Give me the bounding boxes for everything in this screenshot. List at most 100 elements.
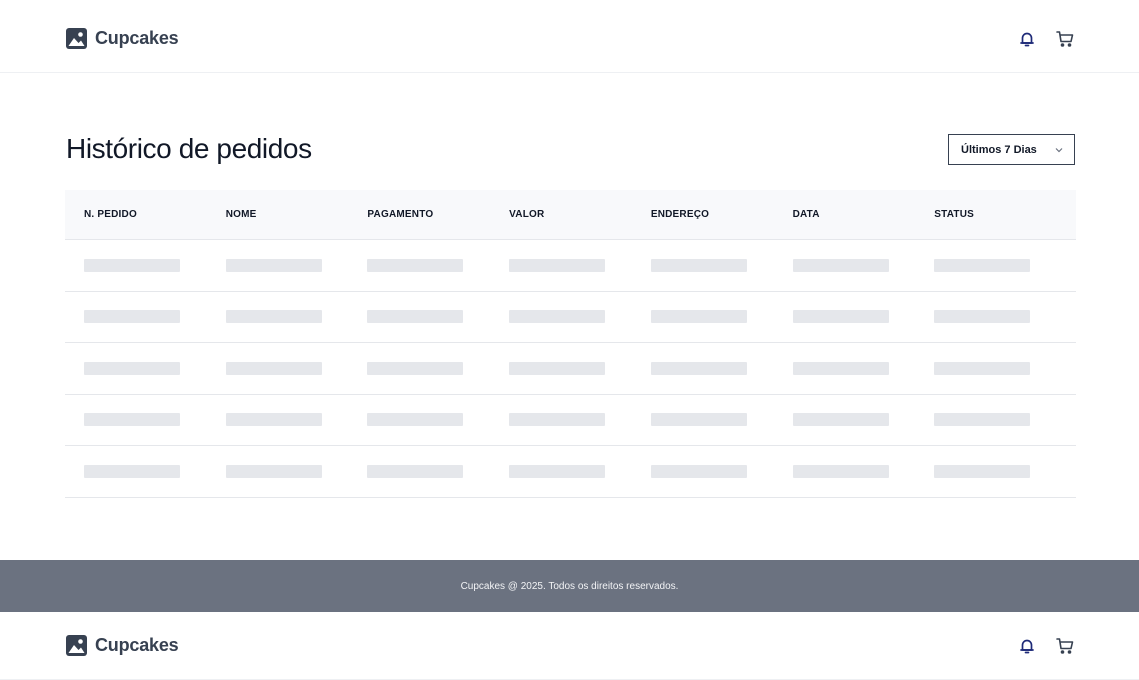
skeleton-placeholder — [509, 413, 606, 427]
skeleton-placeholder — [650, 258, 747, 272]
table-cell — [225, 310, 368, 324]
footer-copyright: Cupcakes @ 2025. Todos os direitos reser… — [460, 580, 679, 592]
table-cell — [934, 310, 1076, 324]
table-cell — [650, 310, 793, 324]
table-cell — [934, 258, 1076, 272]
skeleton-placeholder — [84, 258, 180, 272]
skeleton-placeholder — [84, 413, 180, 427]
orders-table: N. PEDIDO NOME PAGAMENTO VALOR ENDEREÇO … — [65, 190, 1076, 498]
table-cell — [225, 464, 368, 478]
table-row — [65, 343, 1076, 395]
table-cell — [792, 310, 935, 324]
table-cell — [934, 361, 1076, 375]
table-cell — [509, 413, 651, 427]
table-cell — [367, 258, 509, 272]
table-cell — [225, 413, 368, 427]
table-cell — [509, 464, 651, 478]
table-cell — [84, 464, 226, 478]
table-header-row: N. PEDIDO NOME PAGAMENTO VALOR ENDEREÇO … — [65, 190, 1076, 240]
image-logo-icon — [66, 635, 87, 656]
skeleton-placeholder — [934, 413, 1031, 427]
table-cell — [650, 464, 793, 478]
skeleton-placeholder — [367, 413, 464, 427]
skeleton-placeholder — [792, 258, 889, 272]
table-cell — [792, 258, 935, 272]
table-row — [65, 240, 1076, 292]
table-cell — [84, 310, 226, 324]
skeleton-placeholder — [934, 258, 1031, 272]
chevron-down-icon — [1055, 147, 1063, 152]
skeleton-placeholder — [934, 464, 1031, 478]
table-cell — [509, 310, 651, 324]
skeleton-placeholder — [225, 310, 322, 324]
skeleton-placeholder — [367, 310, 464, 324]
skeleton-placeholder — [650, 464, 747, 478]
table-row — [65, 292, 1076, 343]
skeleton-placeholder — [84, 361, 180, 375]
table-cell — [509, 258, 651, 272]
page-title: Histórico de pedidos — [66, 133, 312, 164]
table-cell — [934, 464, 1076, 478]
skeleton-placeholder — [934, 310, 1031, 324]
period-filter-value: Últimos 7 Dias — [961, 143, 1037, 156]
table-cell — [792, 464, 935, 478]
table-cell — [367, 413, 509, 427]
skeleton-placeholder — [509, 258, 606, 272]
period-filter-select[interactable]: Últimos 7 Dias — [948, 134, 1075, 165]
skeleton-placeholder — [509, 464, 606, 478]
skeleton-placeholder — [367, 361, 464, 375]
skeleton-placeholder — [934, 361, 1031, 375]
table-cell — [367, 361, 509, 375]
table-cell — [650, 361, 793, 375]
footer-bar: Cupcakes @ 2025. Todos os direitos reser… — [0, 560, 1139, 612]
cart-icon[interactable] — [1055, 636, 1075, 656]
brand-logo-link[interactable]: Cupcakes — [66, 28, 179, 49]
column-header-value: VALOR — [509, 209, 545, 220]
table-cell — [84, 413, 226, 427]
bell-icon[interactable] — [1017, 636, 1037, 656]
skeleton-placeholder — [650, 361, 747, 375]
skeleton-placeholder — [84, 310, 180, 324]
column-header-address: ENDEREÇO — [650, 209, 710, 220]
bottom-navbar: Cupcakes — [0, 612, 1139, 680]
table-cell — [84, 361, 226, 375]
skeleton-placeholder — [792, 413, 889, 427]
table-cell — [509, 361, 651, 375]
table-cell — [650, 258, 793, 272]
column-header-date: DATA — [792, 209, 820, 220]
table-row — [65, 395, 1076, 446]
skeleton-placeholder — [792, 310, 889, 324]
skeleton-placeholder — [650, 413, 747, 427]
image-logo-icon — [66, 28, 87, 49]
table-cell — [650, 413, 793, 427]
skeleton-placeholder — [225, 413, 322, 427]
brand-name: Cupcakes — [95, 635, 179, 655]
column-header-payment: PAGAMENTO — [367, 209, 434, 220]
skeleton-placeholder — [792, 464, 889, 478]
skeleton-placeholder — [225, 464, 322, 478]
column-header-order-number: N. PEDIDO — [84, 209, 137, 220]
table-cell — [934, 413, 1076, 427]
brand-name: Cupcakes — [95, 28, 179, 48]
table-body — [65, 240, 1076, 498]
table-cell — [367, 310, 509, 324]
brand-logo-link[interactable]: Cupcakes — [66, 635, 179, 656]
skeleton-placeholder — [792, 361, 889, 375]
skeleton-placeholder — [367, 464, 464, 478]
table-cell — [225, 361, 368, 375]
skeleton-placeholder — [84, 464, 180, 478]
table-cell — [225, 258, 368, 272]
table-cell — [367, 464, 509, 478]
skeleton-placeholder — [225, 361, 322, 375]
cart-icon[interactable] — [1055, 29, 1075, 49]
skeleton-placeholder — [509, 310, 606, 324]
table-cell — [792, 413, 935, 427]
column-header-name: NOME — [225, 209, 257, 220]
column-header-status: STATUS — [934, 209, 974, 220]
skeleton-placeholder — [650, 310, 747, 324]
bell-icon[interactable] — [1017, 29, 1037, 49]
skeleton-placeholder — [509, 361, 606, 375]
top-navbar: Cupcakes — [0, 5, 1139, 73]
skeleton-placeholder — [225, 258, 322, 272]
table-cell — [84, 258, 226, 272]
